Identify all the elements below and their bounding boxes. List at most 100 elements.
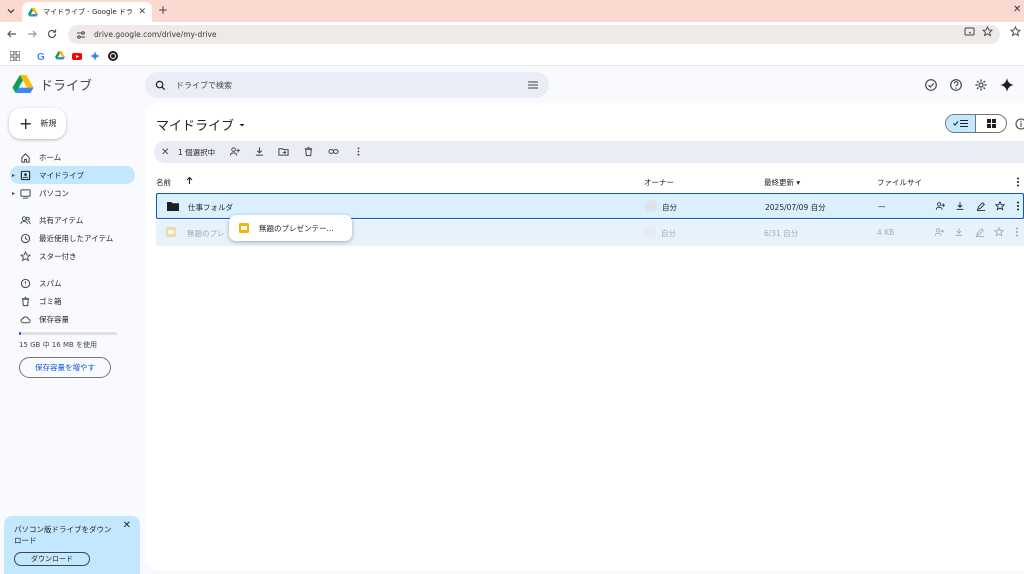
sidebar-item-label: ホーム [39, 152, 62, 162]
owner-avatar [644, 226, 656, 238]
reload-icon[interactable] [46, 28, 58, 40]
rename-icon[interactable] [975, 227, 985, 237]
sidebar-item-computers[interactable]: ▸ パソコン [10, 184, 135, 202]
share-icon[interactable] [934, 227, 944, 237]
profile-star-icon[interactable] [1010, 26, 1021, 37]
column-more-icon[interactable] [1016, 177, 1020, 187]
cast-icon[interactable] [964, 26, 975, 37]
main-panel: マイドライブ ✕ 1 個選択中 名前 オーナー 最終更新 ▾ ファイルサイ 仕事… [145, 103, 1024, 570]
dropdown-caret-icon [238, 121, 246, 129]
trash-icon[interactable] [303, 146, 314, 157]
share-icon[interactable] [935, 201, 945, 211]
drive-bookmark-icon[interactable] [55, 51, 65, 61]
sidebar-item-shared[interactable]: 共有アイテム [10, 211, 135, 229]
download-icon[interactable] [954, 227, 964, 237]
clock-icon [20, 233, 31, 244]
column-header-modified-label: 最終更新 [764, 178, 794, 187]
star-icon [20, 250, 31, 262]
search-options-icon[interactable] [527, 79, 539, 91]
sidebar-item-label: パソコン [39, 188, 69, 198]
row-owner: 自分 [661, 229, 676, 238]
share-icon[interactable] [229, 146, 240, 157]
gemini-sparkle-icon[interactable] [1000, 78, 1014, 92]
download-icon[interactable] [955, 201, 965, 211]
help-icon[interactable] [949, 78, 963, 92]
more-actions-icon[interactable] [353, 146, 364, 157]
chatgpt-bookmark-icon[interactable] [108, 51, 118, 61]
page-title-label: マイドライブ [156, 119, 235, 134]
bookmark-star-icon[interactable] [982, 26, 993, 37]
window-close-icon[interactable]: ✕ [1013, 4, 1021, 15]
new-button-label: 新規 [40, 119, 57, 128]
sort-arrow-up-icon[interactable] [185, 176, 194, 185]
promo-text: パソコン版ドライブをダウンロード [14, 525, 112, 545]
slides-icon [239, 223, 249, 233]
shared-icon [20, 215, 31, 226]
sidebar-item-storage[interactable]: 保存容量 [10, 310, 135, 328]
back-icon[interactable] [6, 28, 18, 40]
gemini-bookmark-icon[interactable] [90, 51, 100, 61]
sidebar-item-home[interactable]: ホーム [10, 148, 135, 166]
new-button[interactable]: + 新規 [9, 108, 66, 139]
star-icon[interactable] [994, 227, 1004, 237]
row-owner: 自分 [662, 203, 677, 212]
new-tab-button[interactable]: + [158, 3, 168, 17]
folder-icon [167, 201, 179, 211]
tab-close-icon[interactable]: ✕ [138, 7, 146, 17]
youtube-bookmark-icon[interactable] [72, 51, 82, 61]
offline-ready-icon[interactable] [924, 78, 938, 92]
row-modified: 2025/07/09 自分 [765, 203, 826, 212]
tab-list-icon[interactable] [5, 5, 17, 17]
search-bar[interactable]: ドライブで検索 [145, 72, 549, 98]
sidebar-item-starred[interactable]: スター付き [10, 247, 135, 265]
google-bookmark-icon[interactable]: G [37, 51, 47, 61]
search-input[interactable]: ドライブで検索 [176, 80, 232, 91]
download-button[interactable]: ダウンロード [14, 552, 90, 566]
address-bar[interactable]: drive.google.com/drive/my-drive [68, 25, 1000, 44]
row-more-icon[interactable] [1016, 201, 1020, 211]
grid-view-button[interactable] [976, 115, 1006, 132]
drive-logo-icon [12, 75, 34, 94]
rename-icon[interactable] [976, 201, 986, 211]
row-modified: 6/31 自分 [764, 229, 799, 238]
forward-icon[interactable] [26, 28, 38, 40]
column-header-modified[interactable]: 最終更新 ▾ [764, 177, 800, 188]
star-icon[interactable] [995, 201, 1005, 211]
sidebar-item-spam[interactable]: スパム [10, 274, 135, 292]
selection-toolbar: ✕ 1 個選択中 [154, 141, 1024, 163]
check-list-icon [952, 119, 969, 128]
apps-grid-icon[interactable] [10, 51, 20, 61]
column-header-size[interactable]: ファイルサイ [877, 177, 922, 188]
link-icon[interactable] [328, 146, 339, 157]
get-more-storage-button[interactable]: 保存容量を増やす [19, 357, 111, 378]
grid-icon [986, 119, 996, 128]
drive-favicon-icon [28, 7, 38, 17]
storage-usage-text: 15 GB 中 16 MB を使用 [19, 341, 98, 349]
expand-caret-icon[interactable]: ▸ [12, 190, 15, 197]
drag-preview-chip[interactable]: 無題のプレゼンテー... [229, 215, 352, 241]
column-header-name[interactable]: 名前 [156, 177, 171, 188]
column-header-owner[interactable]: オーナー [644, 177, 674, 188]
move-to-folder-icon[interactable] [278, 146, 289, 157]
drive-logo[interactable]: ドライブ [12, 75, 92, 94]
svg-text:G: G [37, 52, 45, 61]
close-icon[interactable]: ✕ [123, 520, 131, 531]
browser-tab[interactable]: マイドライブ - Google ドライブ ✕ [22, 2, 152, 22]
sidebar-item-my-drive[interactable]: ▸ マイドライブ [10, 166, 135, 184]
site-info-icon[interactable] [76, 30, 86, 40]
search-icon[interactable] [155, 80, 166, 91]
sidebar-item-trash[interactable]: ゴミ箱 [10, 292, 135, 310]
page-title[interactable]: マイドライブ [156, 115, 246, 134]
view-toggle [945, 114, 1007, 133]
app-title: ドライブ [40, 79, 93, 94]
expand-caret-icon[interactable]: ▸ [12, 172, 15, 179]
list-view-button[interactable] [946, 115, 977, 132]
clear-selection-icon[interactable]: ✕ [161, 147, 169, 158]
info-icon[interactable] [1015, 118, 1024, 130]
sidebar-item-recent[interactable]: 最近使用したアイテム [10, 229, 135, 247]
row-more-icon[interactable] [1015, 227, 1019, 237]
settings-gear-icon[interactable] [974, 78, 988, 92]
bookmarks-bar: G [0, 46, 1024, 66]
download-icon[interactable] [254, 146, 265, 157]
spam-icon [20, 278, 31, 289]
